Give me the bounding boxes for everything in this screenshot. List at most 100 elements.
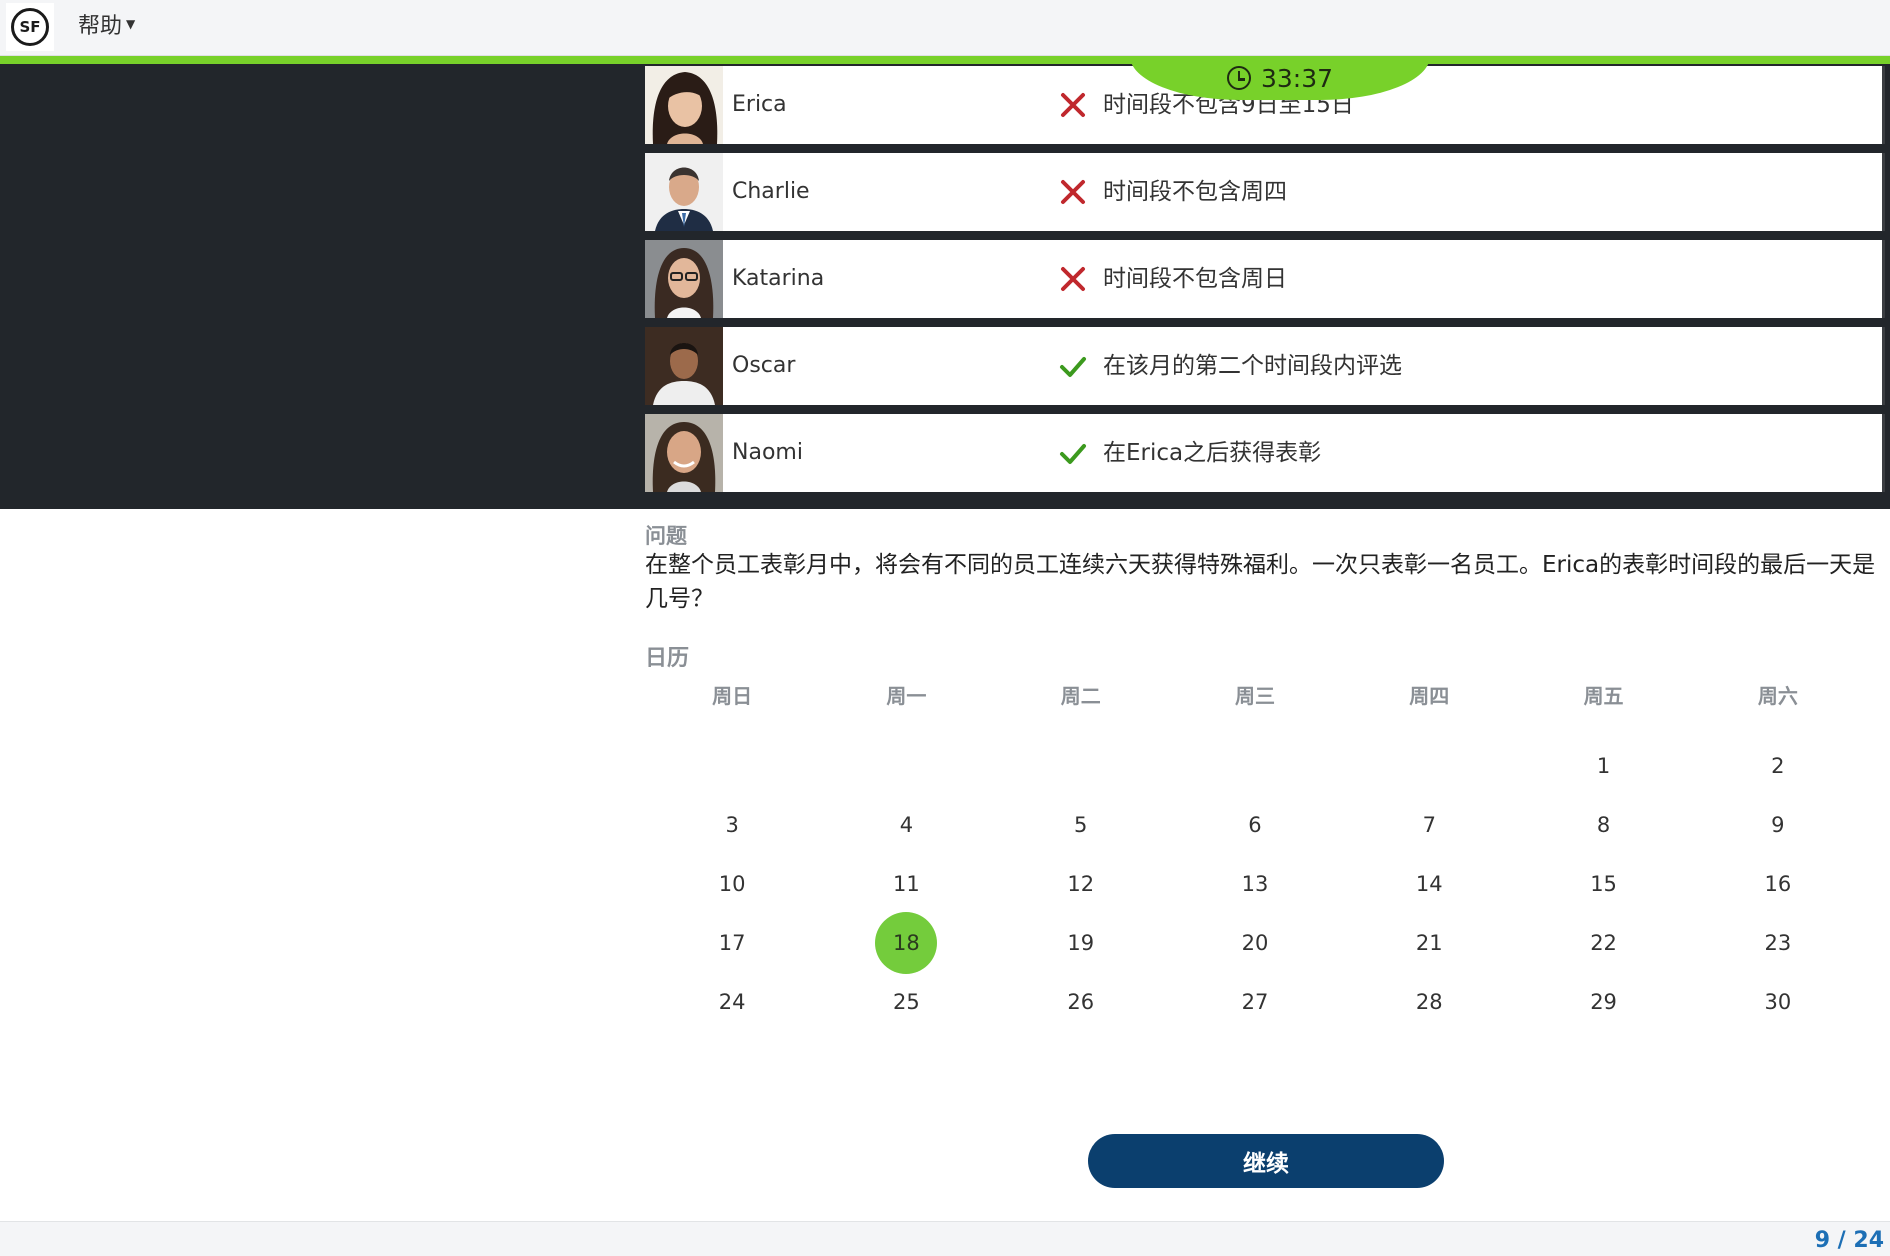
calendar-empty-cell [645, 735, 819, 797]
footer-bar [0, 1221, 1890, 1256]
calendar-day[interactable]: 18 [819, 912, 993, 974]
calendar-day[interactable]: 24 [645, 971, 819, 1033]
candidate-reason: 在Erica之后获得表彰 [1103, 440, 1322, 466]
calendar-day[interactable]: 6 [1168, 794, 1342, 856]
calendar-week: 10 11 12 13 14 15 16 [645, 853, 1865, 915]
top-bar: SF 帮助 ▼ [0, 0, 1890, 56]
calendar-day[interactable]: 19 [994, 912, 1168, 974]
calendar-day-number: 3 [725, 813, 739, 837]
continue-button[interactable]: 继续 [1088, 1134, 1444, 1188]
calendar-day[interactable]: 17 [645, 912, 819, 974]
candidate-row-naomi: Naomi 在Erica之后获得表彰 [645, 414, 1885, 492]
candidate-row-katarina: Katarina 时间段不包含周日 [645, 240, 1885, 318]
calendar-day-number: 15 [1590, 872, 1617, 896]
candidate-list: Erica 时间段不包含9日至15日 Charlie 时间段不包含周四 Kata… [645, 66, 1885, 501]
calendar-weekday-header: 周日 周一 周二 周三 周四 周五 周六 [645, 680, 1865, 709]
calendar-day[interactable]: 20 [1168, 912, 1342, 974]
avatar-katarina [645, 240, 723, 318]
calendar-day[interactable]: 26 [994, 971, 1168, 1033]
candidate-row-charlie: Charlie 时间段不包含周四 [645, 153, 1885, 231]
progress-accent-bar [0, 56, 1890, 64]
calendar-day[interactable]: 29 [1516, 971, 1690, 1033]
calendar-day-number: 2 [1771, 754, 1785, 778]
candidate-reason: 在该月的第二个时间段内评选 [1103, 353, 1402, 379]
calendar-day[interactable]: 23 [1691, 912, 1865, 974]
candidate-name: Charlie [732, 179, 810, 204]
calendar-day-number: 14 [1415, 872, 1443, 896]
calendar-day-number: 20 [1241, 931, 1269, 955]
calendar-day[interactable]: 27 [1168, 971, 1342, 1033]
calendar-day-number: 17 [718, 931, 746, 955]
logo-mark: SF [11, 8, 49, 46]
x-icon [1055, 153, 1091, 231]
sf-logo[interactable]: SF [6, 3, 54, 51]
question-text: 在整个员工表彰月中，将会有不同的员工连续六天获得特殊福利。一次只表彰一名员工。E… [645, 552, 1876, 612]
calendar-day[interactable]: 2 [1691, 735, 1865, 797]
chevron-down-icon: ▼ [126, 17, 136, 31]
calendar-day[interactable]: 15 [1516, 853, 1690, 915]
weekday-label: 周六 [1757, 684, 1798, 708]
calendar-day-number: 18 [875, 912, 938, 974]
calendar-week: 3 4 5 6 7 8 9 [645, 794, 1865, 856]
candidate-reason: 时间段不包含周四 [1103, 179, 1287, 205]
x-icon [1055, 240, 1091, 318]
page-counter: 9 / 24 [1814, 1228, 1884, 1253]
calendar-day[interactable]: 10 [645, 853, 819, 915]
calendar-day-number: 5 [1074, 813, 1088, 837]
weekday-label: 周四 [1409, 684, 1450, 708]
calendar-label: 日历 [645, 646, 690, 671]
calendar-day-number: 9 [1771, 813, 1785, 837]
question-label: 问题 [645, 524, 687, 548]
calendar-day[interactable]: 13 [1168, 853, 1342, 915]
calendar-day[interactable]: 28 [1342, 971, 1516, 1033]
calendar-day[interactable]: 8 [1516, 794, 1690, 856]
calendar-empty-cell [1168, 735, 1342, 797]
calendar-week: 12 [645, 735, 1865, 797]
weekday-label: 周一 [886, 684, 927, 708]
calendar-day[interactable]: 5 [994, 794, 1168, 856]
candidate-name: Erica [732, 92, 787, 117]
calendar-day[interactable]: 25 [819, 971, 993, 1033]
avatar-charlie [645, 153, 723, 231]
calendar-day[interactable]: 12 [994, 853, 1168, 915]
calendar-day-number: 1 [1596, 754, 1611, 778]
weekday-label: 周二 [1060, 684, 1101, 708]
calendar-day-number: 13 [1241, 872, 1269, 896]
candidate-row-oscar: Oscar 在该月的第二个时间段内评选 [645, 327, 1885, 405]
calendar-empty-cell [994, 735, 1168, 797]
calendar-empty-cell [819, 735, 993, 797]
calendar-day-number: 6 [1248, 813, 1262, 837]
candidate-name: Katarina [732, 266, 825, 291]
calendar-day-number: 21 [1415, 931, 1443, 955]
candidate-reason: 时间段不包含周日 [1103, 266, 1287, 292]
x-icon [1055, 66, 1091, 144]
calendar-day[interactable]: 16 [1691, 853, 1865, 915]
calendar-day-number: 24 [718, 990, 746, 1014]
calendar-day-number: 23 [1764, 931, 1792, 955]
calendar-day[interactable]: 1 [1516, 735, 1690, 797]
calendar-day[interactable]: 9 [1691, 794, 1865, 856]
candidate-name: Naomi [732, 440, 803, 465]
calendar-day[interactable]: 30 [1691, 971, 1865, 1033]
calendar-day-number: 4 [899, 813, 914, 837]
calendar-day-number: 11 [893, 872, 920, 896]
calendar-day[interactable]: 22 [1516, 912, 1690, 974]
calendar-day-number: 27 [1241, 990, 1269, 1014]
calendar-day[interactable]: 7 [1342, 794, 1516, 856]
timer-value: 33:37 [1260, 63, 1334, 93]
help-menu[interactable]: 帮助 ▼ [78, 8, 135, 40]
calendar-week: 24 25 26 27 28 29 30 [645, 971, 1865, 1033]
calendar-day[interactable]: 21 [1342, 912, 1516, 974]
calendar-day-number: 25 [893, 990, 920, 1014]
calendar-day-number: 29 [1590, 990, 1617, 1014]
calendar-day-number: 12 [1067, 872, 1095, 896]
calendar-day[interactable]: 14 [1342, 853, 1516, 915]
help-label: 帮助 [78, 14, 123, 39]
calendar-day[interactable]: 11 [819, 853, 993, 915]
calendar-day[interactable]: 4 [819, 794, 993, 856]
avatar-naomi [645, 414, 723, 492]
weekday-label: 周日 [712, 684, 753, 708]
calendar-day[interactable]: 3 [645, 794, 819, 856]
calendar-day-number: 28 [1415, 990, 1443, 1014]
clock-icon [1226, 66, 1251, 90]
